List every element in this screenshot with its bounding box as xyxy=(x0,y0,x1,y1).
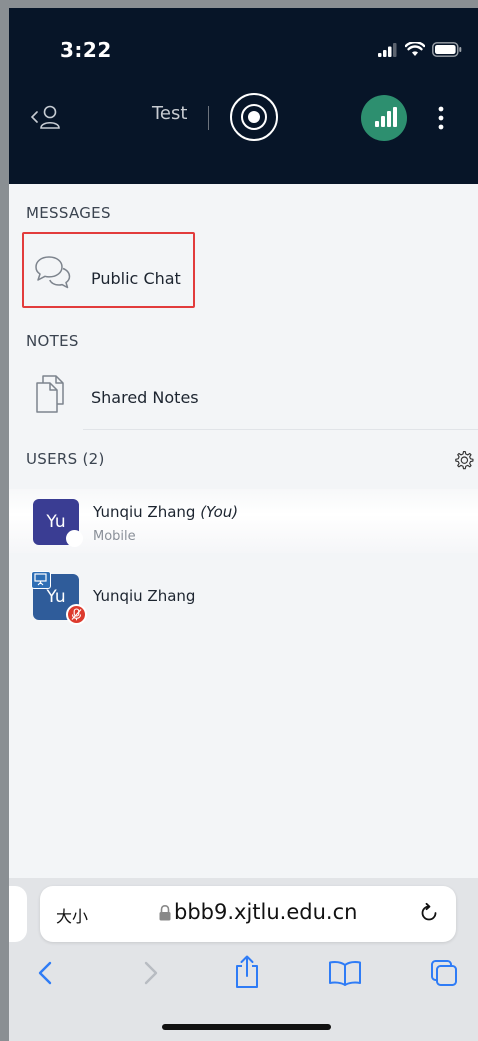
gear-icon[interactable] xyxy=(453,450,474,471)
share-icon[interactable] xyxy=(233,954,261,990)
public-chat-label: Public Chat xyxy=(91,269,181,288)
home-indicator xyxy=(162,1024,331,1030)
you-tag: (You) xyxy=(200,503,239,521)
more-vertical-icon[interactable] xyxy=(433,104,449,132)
reload-icon[interactable] xyxy=(418,902,440,924)
chat-bubbles-icon xyxy=(35,256,71,289)
connection-status-icon xyxy=(375,107,397,127)
header-separator xyxy=(208,106,209,130)
address-bar[interactable]: 大小 bbb9.xjtlu.edu.cn xyxy=(40,886,456,942)
text-size-button[interactable]: 大小 xyxy=(56,903,88,927)
previous-tab-card[interactable] xyxy=(9,886,27,942)
avatar-initials: Yu xyxy=(46,587,66,607)
avatar-status-dot xyxy=(66,530,83,547)
shared-notes-item[interactable]: Shared Notes xyxy=(91,388,199,407)
tabs-icon[interactable] xyxy=(429,958,459,988)
status-icons xyxy=(378,42,462,57)
user-name: Yunqiu Zhang xyxy=(93,587,196,605)
phone-screen: 3:22 Test MESSAGES Public Chat NOTES Sha… xyxy=(9,8,478,1041)
notes-heading: NOTES xyxy=(26,332,79,350)
documents-icon xyxy=(36,375,64,413)
record-icon[interactable] xyxy=(230,93,278,141)
app-header: Test xyxy=(9,90,478,146)
user-list-panel: MESSAGES Public Chat NOTES Shared Notes … xyxy=(9,184,478,878)
back-icon[interactable] xyxy=(31,958,61,988)
user-back-icon[interactable] xyxy=(31,104,63,130)
avatar-initials: Yu xyxy=(46,512,66,532)
status-time: 3:22 xyxy=(60,38,112,62)
lock-icon xyxy=(159,904,171,921)
presenter-icon xyxy=(31,571,51,589)
divider xyxy=(83,429,478,430)
mic-muted-icon xyxy=(66,604,87,625)
meeting-title: Test xyxy=(152,103,188,124)
connection-status-button[interactable] xyxy=(361,95,407,141)
top-bar: 3:22 Test xyxy=(9,8,478,184)
battery-icon xyxy=(432,42,462,57)
url-text: bbb9.xjtlu.edu.cn xyxy=(174,900,358,924)
wifi-icon xyxy=(405,42,425,56)
bookmarks-icon[interactable] xyxy=(327,958,363,988)
users-heading: USERS (2) xyxy=(26,450,105,468)
user-client: Mobile xyxy=(93,529,136,544)
signal-icon xyxy=(378,42,397,57)
user-name: Yunqiu Zhang (You) xyxy=(93,503,239,521)
forward-icon[interactable] xyxy=(135,958,165,988)
messages-heading: MESSAGES xyxy=(26,204,111,222)
browser-toolbar: 大小 bbb9.xjtlu.edu.cn xyxy=(9,878,478,1041)
